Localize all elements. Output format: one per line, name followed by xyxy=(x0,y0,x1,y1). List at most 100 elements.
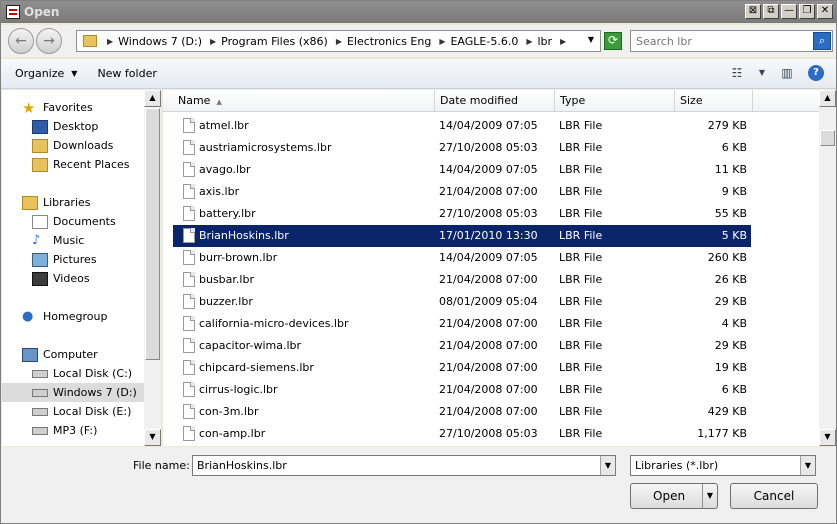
file-row[interactable]: california-micro-devices.lbr 21/04/2008 0… xyxy=(173,313,751,335)
file-row[interactable]: atmel.lbr 14/04/2009 07:05 LBR File 279 KB xyxy=(173,115,751,137)
organize-button[interactable]: Organize ▼ xyxy=(15,67,77,80)
scroll-up-icon[interactable]: ▲ xyxy=(819,90,836,107)
address-row: ← → ▶ Windows 7 (D:) ▶ Program Files (x86)… xyxy=(1,25,836,57)
preview-pane-icon[interactable]: ▥ xyxy=(778,65,796,81)
forward-button[interactable]: → xyxy=(36,28,62,54)
column-date[interactable]: Date modified xyxy=(435,90,555,112)
folder-icon xyxy=(83,35,97,47)
back-button[interactable]: ← xyxy=(8,28,34,54)
file-row[interactable]: capacitor-wima.lbr 21/04/2008 07:00 LBR Fi… xyxy=(173,335,751,357)
nav-scrollbar[interactable]: ▲ ▼ xyxy=(144,90,161,446)
nav-music[interactable]: ♪ Music xyxy=(32,231,84,250)
nav-scroll-thumb[interactable] xyxy=(145,108,160,360)
file-row[interactable]: BrianHoskins.lbr 17/01/2010 13:30 LBR File… xyxy=(173,225,751,247)
nav-pictures[interactable]: Pictures xyxy=(32,250,97,269)
file-type: LBR File xyxy=(559,383,603,396)
file-scroll-thumb[interactable] xyxy=(820,130,835,146)
drive-icon xyxy=(32,369,48,378)
help-icon[interactable]: ? xyxy=(808,65,824,81)
scroll-down-icon[interactable]: ▼ xyxy=(819,429,836,446)
file-type-dropdown-icon[interactable]: ▼ xyxy=(800,456,815,475)
scroll-down-icon[interactable]: ▼ xyxy=(144,429,161,446)
minimize-button[interactable]: — xyxy=(781,4,797,19)
nav-label: Videos xyxy=(53,272,90,285)
column-name[interactable]: Name ▲ xyxy=(173,90,435,112)
file-date: 21/04/2008 07:00 xyxy=(439,185,538,198)
nav-local-disk-e[interactable]: Local Disk (E:) xyxy=(32,402,131,421)
file-icon xyxy=(183,338,195,353)
file-row[interactable]: burr-brown.lbr 14/04/2009 07:05 LBR File 26… xyxy=(173,247,751,269)
cancel-button[interactable]: Cancel xyxy=(730,483,818,509)
nav-documents[interactable]: Documents xyxy=(32,212,116,231)
nav-mp3-f[interactable]: MP3 (F:) xyxy=(32,421,97,440)
nav-recent-places[interactable]: Recent Places xyxy=(32,155,130,174)
filename-value[interactable]: BrianHoskins.lbr xyxy=(197,459,287,472)
crumb-lbr[interactable]: lbr xyxy=(537,35,552,48)
file-type: LBR File xyxy=(559,207,603,220)
filename-dropdown-icon[interactable]: ▼ xyxy=(600,456,615,475)
column-type[interactable]: Type xyxy=(555,90,675,112)
scroll-up-icon[interactable]: ▲ xyxy=(144,90,161,107)
column-size[interactable]: Size xyxy=(675,90,753,112)
file-size: 29 KB xyxy=(714,295,747,308)
file-row[interactable]: avago.lbr 14/04/2009 07:05 LBR File 11 KB xyxy=(173,159,751,181)
filename-combobox[interactable]: BrianHoskins.lbr ▼ xyxy=(192,455,616,476)
chevron-right-icon: ▶ xyxy=(210,36,217,46)
nav-homegroup[interactable]: ● Homegroup xyxy=(22,307,107,326)
search-input[interactable] xyxy=(631,34,806,48)
file-name: atmel.lbr xyxy=(199,119,249,132)
nav-videos[interactable]: Videos xyxy=(32,269,90,288)
crumb-eagle[interactable]: EAGLE-5.6.0 xyxy=(450,35,518,48)
file-size: 5 KB xyxy=(721,229,747,242)
file-size: 55 KB xyxy=(714,207,747,220)
file-size: 279 KB xyxy=(707,119,747,132)
nav-libraries[interactable]: Libraries xyxy=(22,193,91,212)
chevron-right-icon: ▶ xyxy=(439,36,446,46)
file-row[interactable]: buzzer.lbr 08/01/2009 05:04 LBR File 29 KB xyxy=(173,291,751,313)
nav-downloads[interactable]: Downloads xyxy=(32,136,113,155)
file-size: 260 KB xyxy=(707,251,747,264)
file-row[interactable]: austriamicrosystems.lbr 27/10/2008 05:03 L… xyxy=(173,137,751,159)
view-options-icon[interactable]: ☷ xyxy=(728,65,746,81)
file-row[interactable]: con-3m.lbr 21/04/2008 07:00 LBR File 429 KB xyxy=(173,401,751,423)
nav-favorites[interactable]: ★ Favorites xyxy=(22,98,93,117)
crumb-drive[interactable]: Windows 7 (D:) xyxy=(118,35,202,48)
refresh-icon: ⟳ xyxy=(607,33,619,47)
file-row[interactable]: busbar.lbr 21/04/2008 07:00 LBR File 26 KB xyxy=(173,269,751,291)
open-split-dropdown-icon[interactable]: ▼ xyxy=(702,484,717,508)
nav-computer[interactable]: Computer xyxy=(22,345,98,364)
column-name-label: Name xyxy=(178,94,211,107)
homegroup-icon: ● xyxy=(22,308,34,324)
crumb-electronics[interactable]: Electronics Eng xyxy=(347,35,431,48)
address-bar[interactable]: ▶ Windows 7 (D:) ▶ Program Files (x86) ▶ El… xyxy=(76,30,601,52)
file-row[interactable]: axis.lbr 21/04/2008 07:00 LBR File 9 KB xyxy=(173,181,751,203)
file-row[interactable]: con-amp.lbr 27/10/2008 05:03 LBR File 1,177… xyxy=(173,423,751,445)
search-icon[interactable]: ⌕ xyxy=(813,32,831,50)
chevron-down-icon: ▼ xyxy=(71,69,78,78)
open-button[interactable]: Open ▼ xyxy=(630,483,718,509)
nav-windows7-d[interactable]: Windows 7 (D:) xyxy=(2,383,144,402)
file-scrollbar[interactable]: ▲ ▼ xyxy=(819,90,836,446)
shade-button[interactable]: ⊠ xyxy=(745,4,761,19)
nav-desktop[interactable]: Desktop xyxy=(32,117,98,136)
file-row[interactable]: cirrus-logic.lbr 21/04/2008 07:00 LBR File… xyxy=(173,379,751,401)
file-type: LBR File xyxy=(559,317,603,330)
file-icon xyxy=(183,294,195,309)
file-row[interactable]: battery.lbr 27/10/2008 05:03 LBR File 55 KB xyxy=(173,203,751,225)
file-row[interactable]: chipcard-siemens.lbr 21/04/2008 07:00 LBR … xyxy=(173,357,751,379)
view-dropdown-icon[interactable]: ▼ xyxy=(758,65,766,81)
crumb-program-files[interactable]: Program Files (x86) xyxy=(221,35,328,48)
maximize-button[interactable]: ❐ xyxy=(799,4,815,19)
file-icon xyxy=(183,140,195,155)
forward-arrow-icon: → xyxy=(43,33,55,49)
column-header: Name ▲ Date modified Type Size xyxy=(163,90,819,112)
refresh-button[interactable]: ⟳ xyxy=(604,32,622,50)
file-type-select[interactable]: Libraries (*.lbr) ▼ xyxy=(630,455,816,476)
file-name: cirrus-logic.lbr xyxy=(199,383,278,396)
close-button[interactable]: ✕ xyxy=(817,4,833,19)
title-bar[interactable]: Open ⊠ ⧉ — ❐ ✕ xyxy=(1,1,836,23)
new-folder-button[interactable]: New folder xyxy=(97,67,156,80)
restore-alt-button[interactable]: ⧉ xyxy=(763,4,779,19)
address-dropdown-icon[interactable]: ▼ xyxy=(588,35,594,44)
nav-local-disk-c[interactable]: Local Disk (C:) xyxy=(32,364,132,383)
